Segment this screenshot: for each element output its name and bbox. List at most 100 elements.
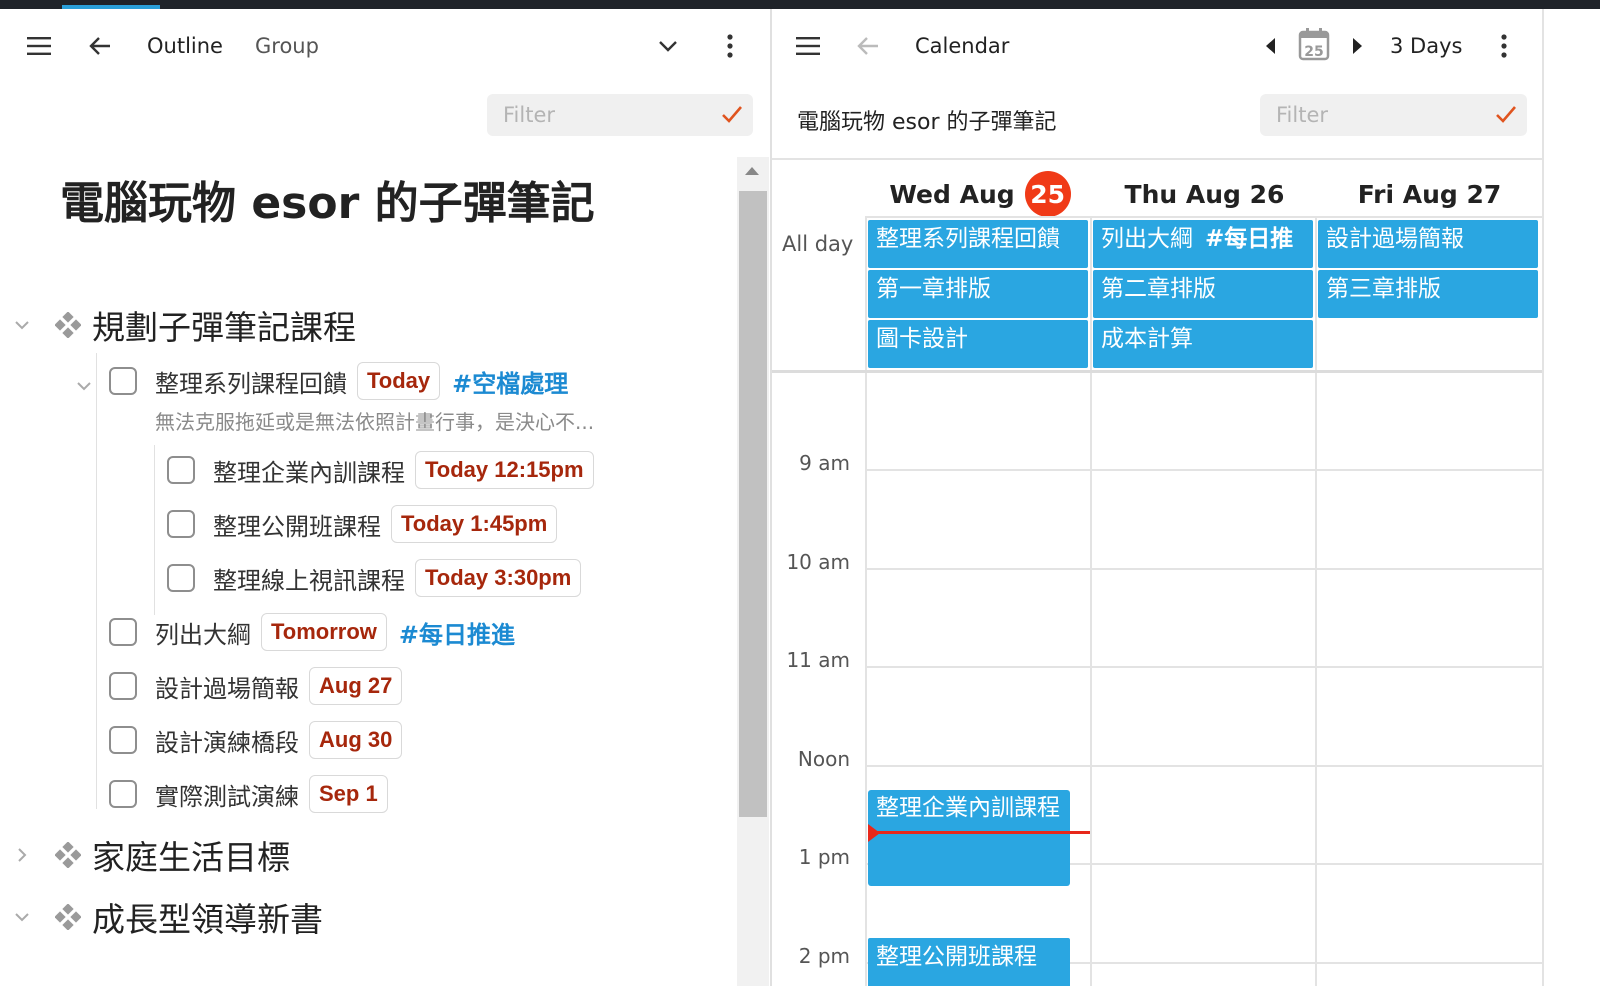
- grid-column-line: [1090, 216, 1092, 986]
- task-row[interactable]: 整理公開班課程 Today 1:45pm: [167, 501, 569, 547]
- all-day-label: All day: [782, 232, 854, 256]
- hamburger-icon: [796, 37, 820, 55]
- task-label: 設計演練橋段: [155, 728, 299, 757]
- task-row[interactable]: 整理線上視訊課程 Today 3:30pm: [167, 555, 593, 601]
- hour-line: [867, 666, 1542, 668]
- task-checkbox[interactable]: [109, 726, 137, 754]
- task-checkbox[interactable]: [109, 367, 137, 395]
- back-button[interactable]: [80, 26, 120, 66]
- all-day-event[interactable]: 第二章排版: [1093, 270, 1313, 318]
- time-label: 11 am: [786, 648, 850, 672]
- task-row[interactable]: 設計過場簡報 Aug 27: [109, 663, 414, 709]
- next-period-button[interactable]: [1342, 26, 1372, 66]
- hour-line: [867, 765, 1542, 767]
- current-time-marker-icon: [868, 824, 880, 842]
- task-checkbox[interactable]: [109, 780, 137, 808]
- back-button[interactable]: [848, 26, 888, 66]
- outline-section[interactable]: 成長型領導新書: [0, 895, 323, 939]
- hour-line: [867, 469, 1542, 471]
- time-label: 1 pm: [798, 845, 850, 869]
- all-day-event[interactable]: 整理系列課程回饋: [868, 220, 1088, 268]
- hamburger-icon: [27, 37, 51, 55]
- time-label: 10 am: [786, 550, 850, 574]
- calendar-title: Calendar: [915, 34, 1010, 58]
- task-checkbox[interactable]: [167, 456, 195, 484]
- due-date-badge[interactable]: Tomorrow: [261, 613, 387, 651]
- scrollbar-thumb[interactable]: [739, 191, 767, 817]
- collapse-button[interactable]: [648, 26, 688, 66]
- task-row[interactable]: 列出大綱 Tomorrow #每日推進: [109, 609, 515, 655]
- event-tag: #每日推: [1205, 226, 1294, 252]
- timed-event[interactable]: 整理公開班課程: [868, 938, 1070, 986]
- day-header-label: Wed Aug: [889, 179, 1015, 209]
- checkmark-icon[interactable]: [1495, 104, 1517, 124]
- task-checkbox[interactable]: [109, 618, 137, 646]
- diamond-bullet-icon[interactable]: [55, 842, 81, 868]
- calendar-today-icon: 25: [1298, 28, 1330, 61]
- task-checkbox[interactable]: [167, 510, 195, 538]
- checkmark-icon[interactable]: [721, 104, 743, 124]
- due-date-badge[interactable]: Today 3:30pm: [415, 559, 582, 597]
- previous-period-button[interactable]: [1256, 26, 1286, 66]
- time-label: 9 am: [799, 451, 850, 475]
- due-date-badge[interactable]: Sep 1: [309, 775, 388, 813]
- day-header-fri[interactable]: Fri Aug 27: [1317, 172, 1542, 216]
- all-day-event[interactable]: 圖卡設計: [868, 320, 1088, 368]
- task-checkbox[interactable]: [109, 672, 137, 700]
- task-row[interactable]: 整理企業內訓課程 Today 12:15pm: [167, 447, 606, 493]
- task-label: 整理企業內訓課程: [213, 458, 405, 487]
- task-row[interactable]: 實際測試演練 Sep 1: [109, 771, 400, 817]
- chevron-down-icon[interactable]: [14, 912, 30, 922]
- diamond-bullet-icon[interactable]: [55, 312, 81, 338]
- chevron-down-icon[interactable]: [14, 320, 30, 330]
- indent-guide: [96, 353, 97, 809]
- filter-input[interactable]: [487, 94, 753, 136]
- more-options-button[interactable]: [1484, 26, 1524, 66]
- outline-tab[interactable]: Outline: [147, 34, 223, 58]
- outline-section[interactable]: 家庭生活目標: [0, 833, 290, 877]
- task-row[interactable]: 設計演練橋段 Aug 30: [109, 717, 414, 763]
- timed-event[interactable]: 整理企業內訓課程: [868, 790, 1070, 886]
- grid-column-line: [865, 216, 867, 986]
- calendar-side-gutter: [1542, 9, 1600, 986]
- more-vertical-icon: [1501, 34, 1507, 58]
- all-day-event[interactable]: 設計過場簡報: [1318, 220, 1538, 268]
- chevron-right-icon[interactable]: [17, 847, 27, 863]
- tag-link[interactable]: #每日推進: [399, 615, 515, 650]
- more-options-button[interactable]: [710, 26, 750, 66]
- window-top-bar: [0, 0, 1600, 9]
- day-header-wed[interactable]: Wed Aug 25: [867, 171, 1093, 217]
- section-title: 成長型領導新書: [92, 900, 323, 939]
- hour-line: [867, 568, 1542, 570]
- due-date-badge[interactable]: Today 12:15pm: [415, 451, 594, 489]
- task-note: 無法克服拖延或是無法依照計畫行事，是決心不...: [155, 410, 595, 434]
- due-date-badge[interactable]: Today 1:45pm: [391, 505, 558, 543]
- time-label: Noon: [797, 747, 850, 771]
- calendar-header: Calendar 25 3 Days: [772, 9, 1600, 83]
- go-to-today-button[interactable]: 25: [1294, 24, 1334, 64]
- all-day-event[interactable]: 第三章排版: [1318, 270, 1538, 318]
- outline-scrollbar[interactable]: [737, 157, 769, 986]
- all-day-event[interactable]: 第一章排版: [868, 270, 1088, 318]
- outline-section[interactable]: 規劃子彈筆記課程: [0, 303, 356, 347]
- day-header-thu[interactable]: Thu Aug 26: [1092, 172, 1317, 216]
- task-row[interactable]: 整理系列課程回饋 Today #空檔處理: [109, 358, 568, 404]
- section-title: 規劃子彈筆記課程: [92, 308, 356, 347]
- diamond-bullet-icon[interactable]: [55, 904, 81, 930]
- view-mode-selector[interactable]: 3 Days: [1390, 34, 1462, 58]
- filter-input[interactable]: [1260, 94, 1527, 136]
- task-checkbox[interactable]: [167, 564, 195, 592]
- all-day-event[interactable]: 列出大綱 #每日推: [1093, 220, 1313, 268]
- caret-left-icon: [1266, 38, 1275, 54]
- task-collapse-toggle[interactable]: [76, 376, 92, 395]
- scroll-up-arrow-icon[interactable]: [745, 167, 759, 175]
- due-date-badge[interactable]: Aug 30: [309, 721, 403, 759]
- due-date-badge[interactable]: Today: [357, 362, 441, 400]
- menu-button[interactable]: [788, 26, 828, 66]
- due-date-badge[interactable]: Aug 27: [309, 667, 403, 705]
- time-label: 2 pm: [798, 944, 850, 968]
- all-day-event[interactable]: 成本計算: [1093, 320, 1313, 368]
- tag-link[interactable]: #空檔處理: [452, 364, 568, 399]
- group-tab[interactable]: Group: [255, 34, 319, 58]
- menu-button[interactable]: [19, 26, 59, 66]
